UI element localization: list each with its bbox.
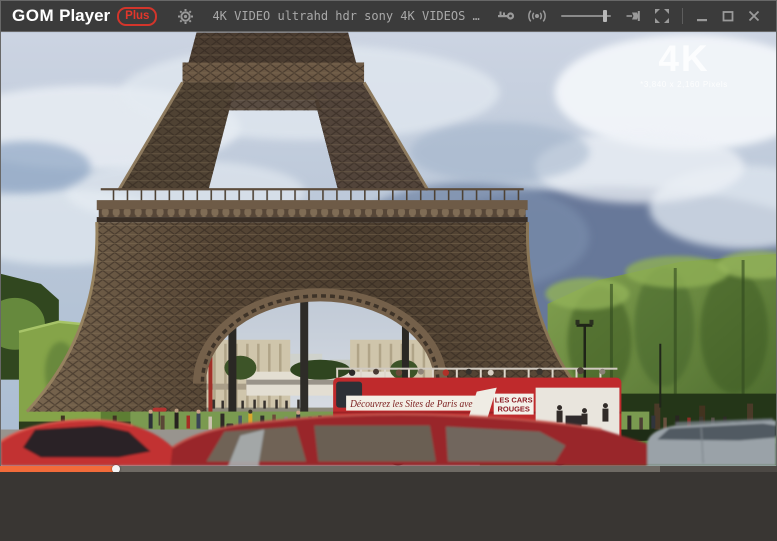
gom-logo: GOM Player Plus — [12, 6, 157, 26]
plus-badge: Plus — [117, 7, 157, 26]
player-logo-text: Player — [59, 6, 110, 26]
bus-slogan-text: Découvrez les Sites de Paris avec — [349, 399, 477, 410]
broadcast-icon[interactable] — [521, 4, 553, 28]
video-frame: Découvrez les Sites de Paris avec LES CA… — [1, 32, 776, 466]
titlebar-slider-handle[interactable] — [603, 10, 607, 22]
key-lock-icon[interactable] — [491, 4, 521, 28]
expand-icon[interactable] — [648, 4, 676, 28]
minimize-button[interactable] — [689, 5, 715, 27]
window-title: 4K VIDEO ultrahd hdr sony 4K VIDEOS demo… — [212, 9, 483, 23]
settings-gear-icon[interactable] — [171, 4, 200, 29]
titlebar-divider — [682, 8, 683, 24]
bus-brand-line1: LES CARS — [495, 396, 533, 405]
maximize-button[interactable] — [715, 5, 741, 27]
close-button[interactable] — [741, 5, 767, 27]
video-canvas[interactable]: Découvrez les Sites de Paris avec LES CA… — [1, 32, 776, 466]
gom-logo-text: GOM — [12, 6, 54, 26]
pin-icon[interactable] — [619, 4, 648, 28]
control-bar: 50 00:04:19/00:29:36 360 SUB — [0, 472, 777, 541]
bus-brand-line2: ROUGES — [497, 405, 529, 414]
titlebar-opacity-slider[interactable] — [561, 9, 611, 23]
player-window: GOM Player Plus 4K VIDEO ultrahd hdr son… — [0, 0, 777, 541]
titlebar[interactable]: GOM Player Plus 4K VIDEO ultrahd hdr son… — [0, 0, 777, 32]
